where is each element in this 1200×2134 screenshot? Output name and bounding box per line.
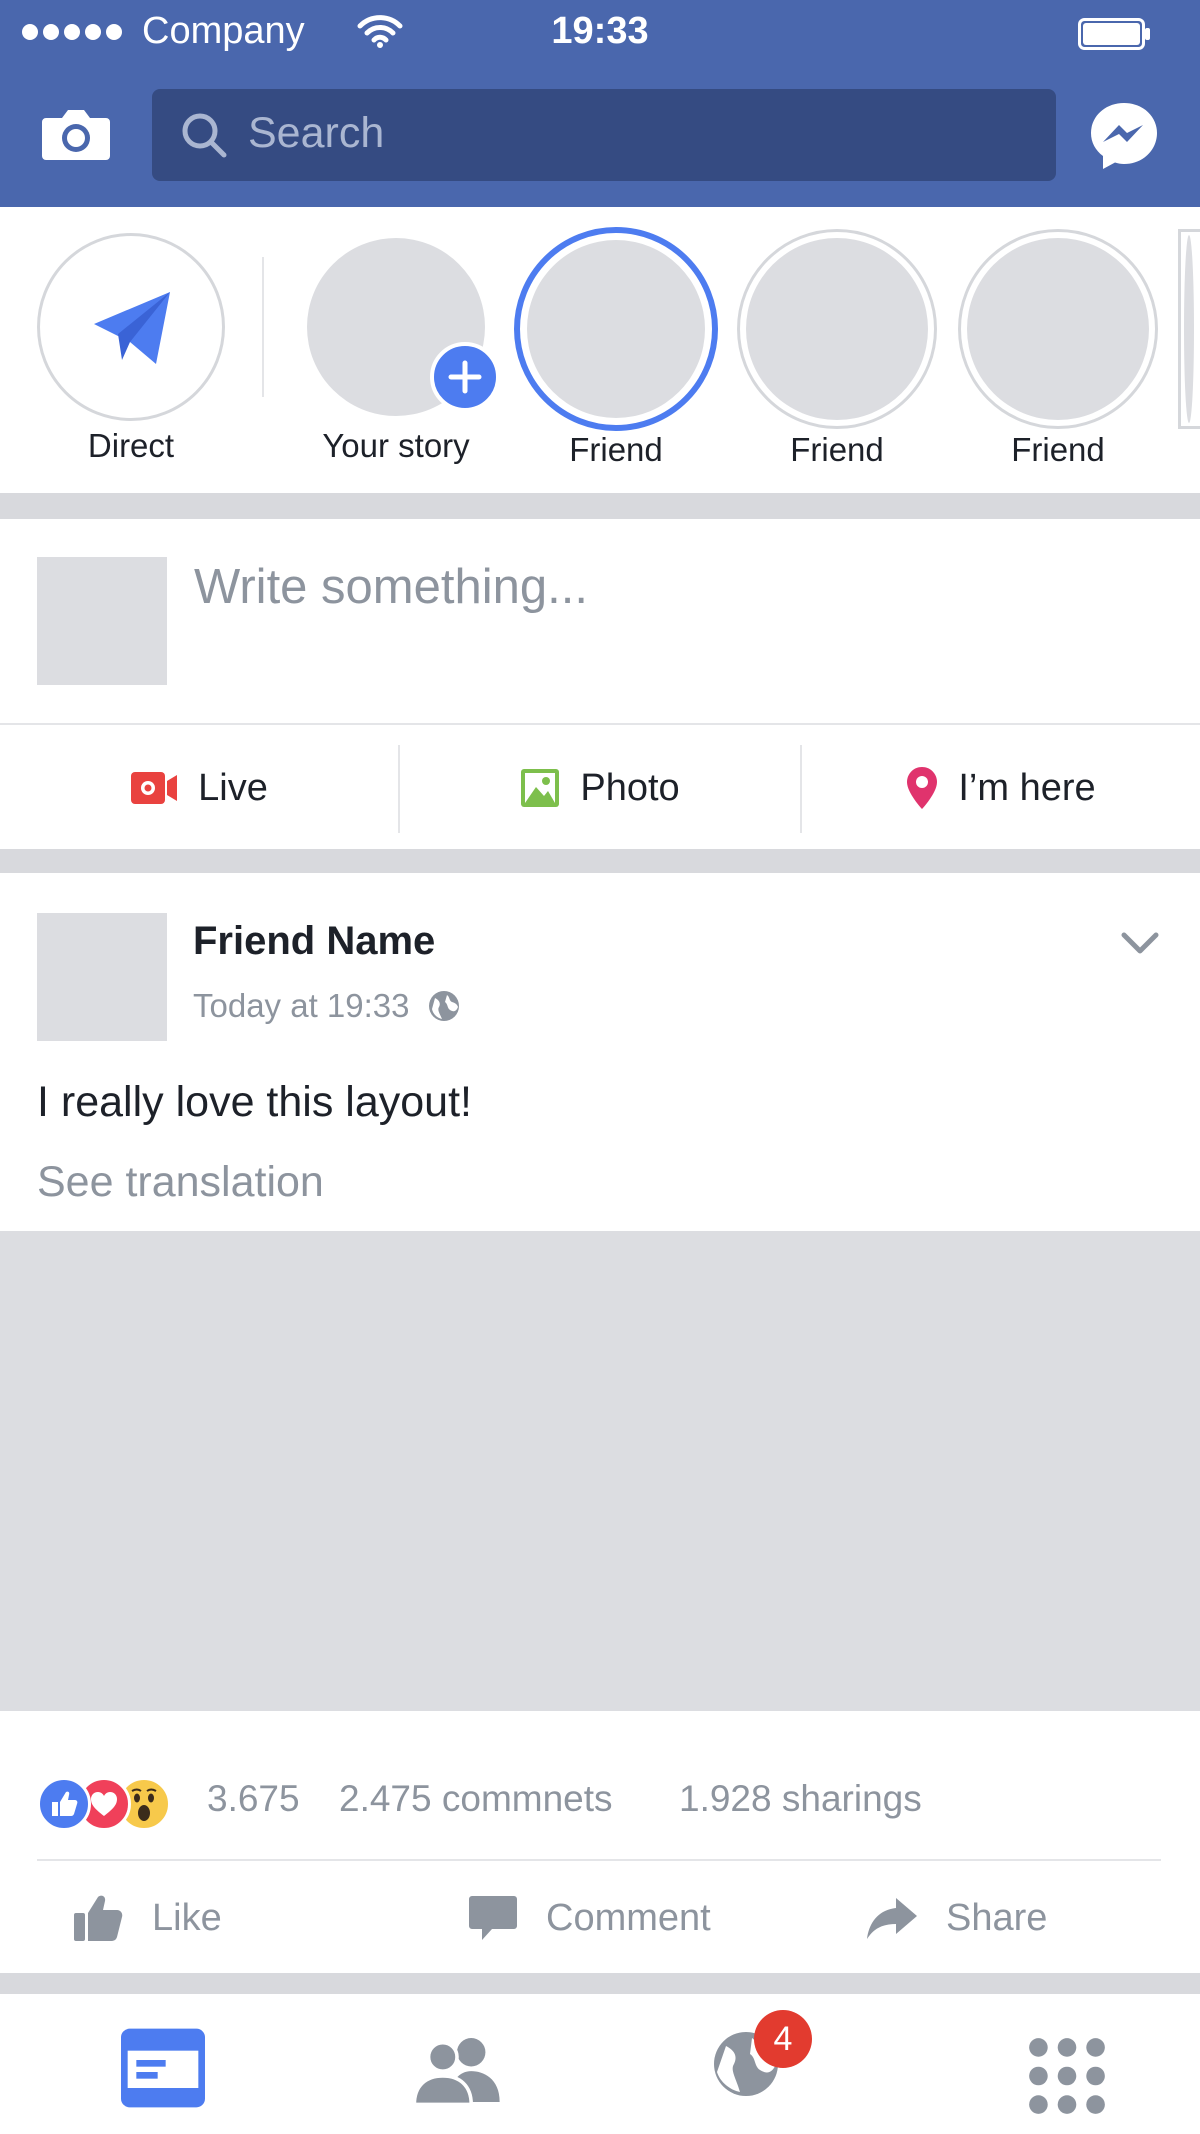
photo-label: Photo bbox=[580, 766, 680, 809]
status-bar: Company 19:33 bbox=[0, 0, 1200, 66]
story-direct-label: Direct bbox=[87, 427, 175, 464]
top-header: Company 19:33 Search bbox=[0, 0, 1200, 207]
post-composer: Write something... Live Photo I’m here bbox=[0, 519, 1200, 849]
menu-grid-icon[interactable] bbox=[1022, 2036, 1112, 2116]
chevron-down-icon[interactable] bbox=[1120, 931, 1160, 955]
story-friend-label: Friend bbox=[1011, 431, 1105, 468]
checkin-button[interactable]: I’m here bbox=[802, 727, 1200, 849]
location-pin-icon bbox=[907, 767, 938, 809]
friends-icon[interactable] bbox=[412, 2030, 502, 2110]
comment-button[interactable]: Comment bbox=[468, 1873, 711, 1963]
search-input[interactable]: Search bbox=[152, 89, 1056, 181]
search-icon bbox=[182, 113, 227, 158]
post-text: I really love this layout! bbox=[37, 1078, 472, 1126]
post-media[interactable] bbox=[0, 1231, 1200, 1711]
story-friend[interactable]: Friend bbox=[513, 227, 719, 469]
post-time: Today at 19:33 bbox=[193, 987, 410, 1024]
photo-icon bbox=[521, 769, 560, 807]
post-divider bbox=[37, 1859, 1161, 1861]
composer-input[interactable]: Write something... bbox=[194, 559, 588, 615]
reaction-icons[interactable] bbox=[37, 1776, 171, 1832]
share-label: Share bbox=[946, 1896, 1048, 1939]
checkin-label: I’m here bbox=[958, 766, 1096, 809]
story-peek[interactable] bbox=[1178, 229, 1200, 429]
share-button[interactable]: Share bbox=[866, 1873, 1047, 1963]
live-button[interactable]: Live bbox=[0, 727, 398, 849]
plus-icon[interactable] bbox=[430, 342, 500, 412]
post-timestamp: Today at 19:33 bbox=[193, 987, 460, 1025]
notifications-tab[interactable]: 4 bbox=[712, 2010, 812, 2098]
globe-icon bbox=[428, 991, 459, 1021]
comment-count[interactable]: 2.475 commnets bbox=[339, 1778, 613, 1820]
section-divider bbox=[0, 493, 1200, 519]
status-time: 19:33 bbox=[551, 10, 649, 52]
bottom-tab-bar: 4 bbox=[0, 1994, 1200, 2134]
camera-icon[interactable] bbox=[40, 106, 112, 162]
section-divider bbox=[0, 1973, 1200, 1994]
story-direct[interactable]: Direct bbox=[37, 233, 225, 465]
battery-icon bbox=[1078, 18, 1150, 50]
direct-circle bbox=[37, 233, 225, 421]
story-your-story[interactable]: Your story bbox=[301, 233, 500, 465]
story-friend-label: Friend bbox=[569, 431, 663, 468]
notification-badge: 4 bbox=[754, 2010, 812, 2068]
paper-plane-icon bbox=[94, 292, 170, 364]
share-arrow-icon bbox=[867, 1898, 917, 1939]
live-label: Live bbox=[198, 766, 268, 809]
thumbs-up-icon bbox=[74, 1895, 123, 1941]
stories-bar: Direct Your story Friend Friend Friend bbox=[0, 207, 1200, 493]
story-ring bbox=[737, 229, 937, 429]
reaction-count[interactable]: 3.675 bbox=[207, 1778, 300, 1820]
video-camera-icon bbox=[131, 772, 178, 804]
story-ring bbox=[958, 229, 1158, 429]
like-label: Like bbox=[152, 1896, 222, 1939]
post-author-avatar[interactable] bbox=[37, 913, 167, 1041]
comment-icon bbox=[469, 1896, 517, 1940]
your-story-label: Your story bbox=[322, 427, 470, 464]
story-friend[interactable]: Friend bbox=[737, 229, 937, 469]
see-translation-link[interactable]: See translation bbox=[37, 1158, 324, 1207]
section-divider bbox=[0, 849, 1200, 873]
composer-divider bbox=[0, 723, 1200, 725]
stories-divider bbox=[262, 257, 264, 397]
photo-button[interactable]: Photo bbox=[400, 727, 800, 849]
story-friend[interactable]: Friend bbox=[958, 229, 1158, 469]
story-friend-label: Friend bbox=[790, 431, 884, 468]
story-ring-active bbox=[514, 227, 718, 431]
feed-post: Friend Name Today at 19:33 I really love… bbox=[0, 873, 1200, 1973]
composer-avatar bbox=[37, 557, 167, 685]
post-author-name[interactable]: Friend Name bbox=[193, 919, 435, 964]
like-button[interactable]: Like bbox=[72, 1873, 222, 1963]
your-story-avatar bbox=[307, 238, 500, 416]
comment-label: Comment bbox=[546, 1896, 711, 1939]
search-placeholder: Search bbox=[248, 109, 385, 157]
news-feed-icon[interactable] bbox=[118, 2028, 208, 2108]
messenger-icon[interactable] bbox=[1088, 100, 1160, 172]
share-count[interactable]: 1.928 sharings bbox=[679, 1778, 922, 1820]
like-reaction-icon bbox=[37, 1777, 91, 1831]
